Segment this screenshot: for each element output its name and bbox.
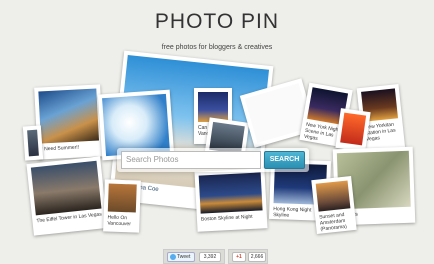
- photo-card[interactable]: The Eiffel Tower in Las Vegas: [26, 156, 108, 236]
- tagline: free photos for bloggers & creatives: [161, 44, 273, 51]
- tweet-label: Tweet: [177, 254, 191, 260]
- search-button[interactable]: SEARCH: [264, 151, 305, 169]
- photo-caption: Hello On Vancouver: [107, 214, 132, 228]
- photo-card[interactable]: [335, 108, 371, 152]
- page-title: PHOTO PIN: [154, 10, 280, 33]
- photo-caption: New Yorkitan Station in Las Vegas: [364, 121, 396, 143]
- gplus-count: 2,666: [248, 252, 266, 262]
- gplus-button[interactable]: +1: [232, 252, 246, 262]
- photo-card[interactable]: [22, 125, 44, 161]
- photo-card[interactable]: Hello On Vancouver: [103, 179, 141, 233]
- search-bar: Search Photos SEARCH: [117, 148, 309, 172]
- photo-card[interactable]: Boston Skyline at Night: [194, 168, 268, 232]
- photo-caption: I Need Summer!!: [41, 144, 80, 153]
- twitter-bird-icon: [170, 254, 176, 260]
- search-input[interactable]: Search Photos: [121, 151, 261, 169]
- tweet-widget: Tweet 3,392: [163, 249, 225, 264]
- gplus-widget: +1 2,666: [228, 249, 268, 264]
- tweet-count: 3,392: [199, 252, 221, 262]
- photo-card[interactable]: I Need Summer!!: [34, 84, 104, 160]
- photo-caption: Sunset and Amsterdam (Panorama): [318, 211, 348, 233]
- photo-card[interactable]: Sunset and Amsterdam (Panorama): [311, 176, 357, 234]
- photo-caption: Boston Skyline at Night: [200, 213, 253, 223]
- tweet-button[interactable]: Tweet: [167, 252, 195, 262]
